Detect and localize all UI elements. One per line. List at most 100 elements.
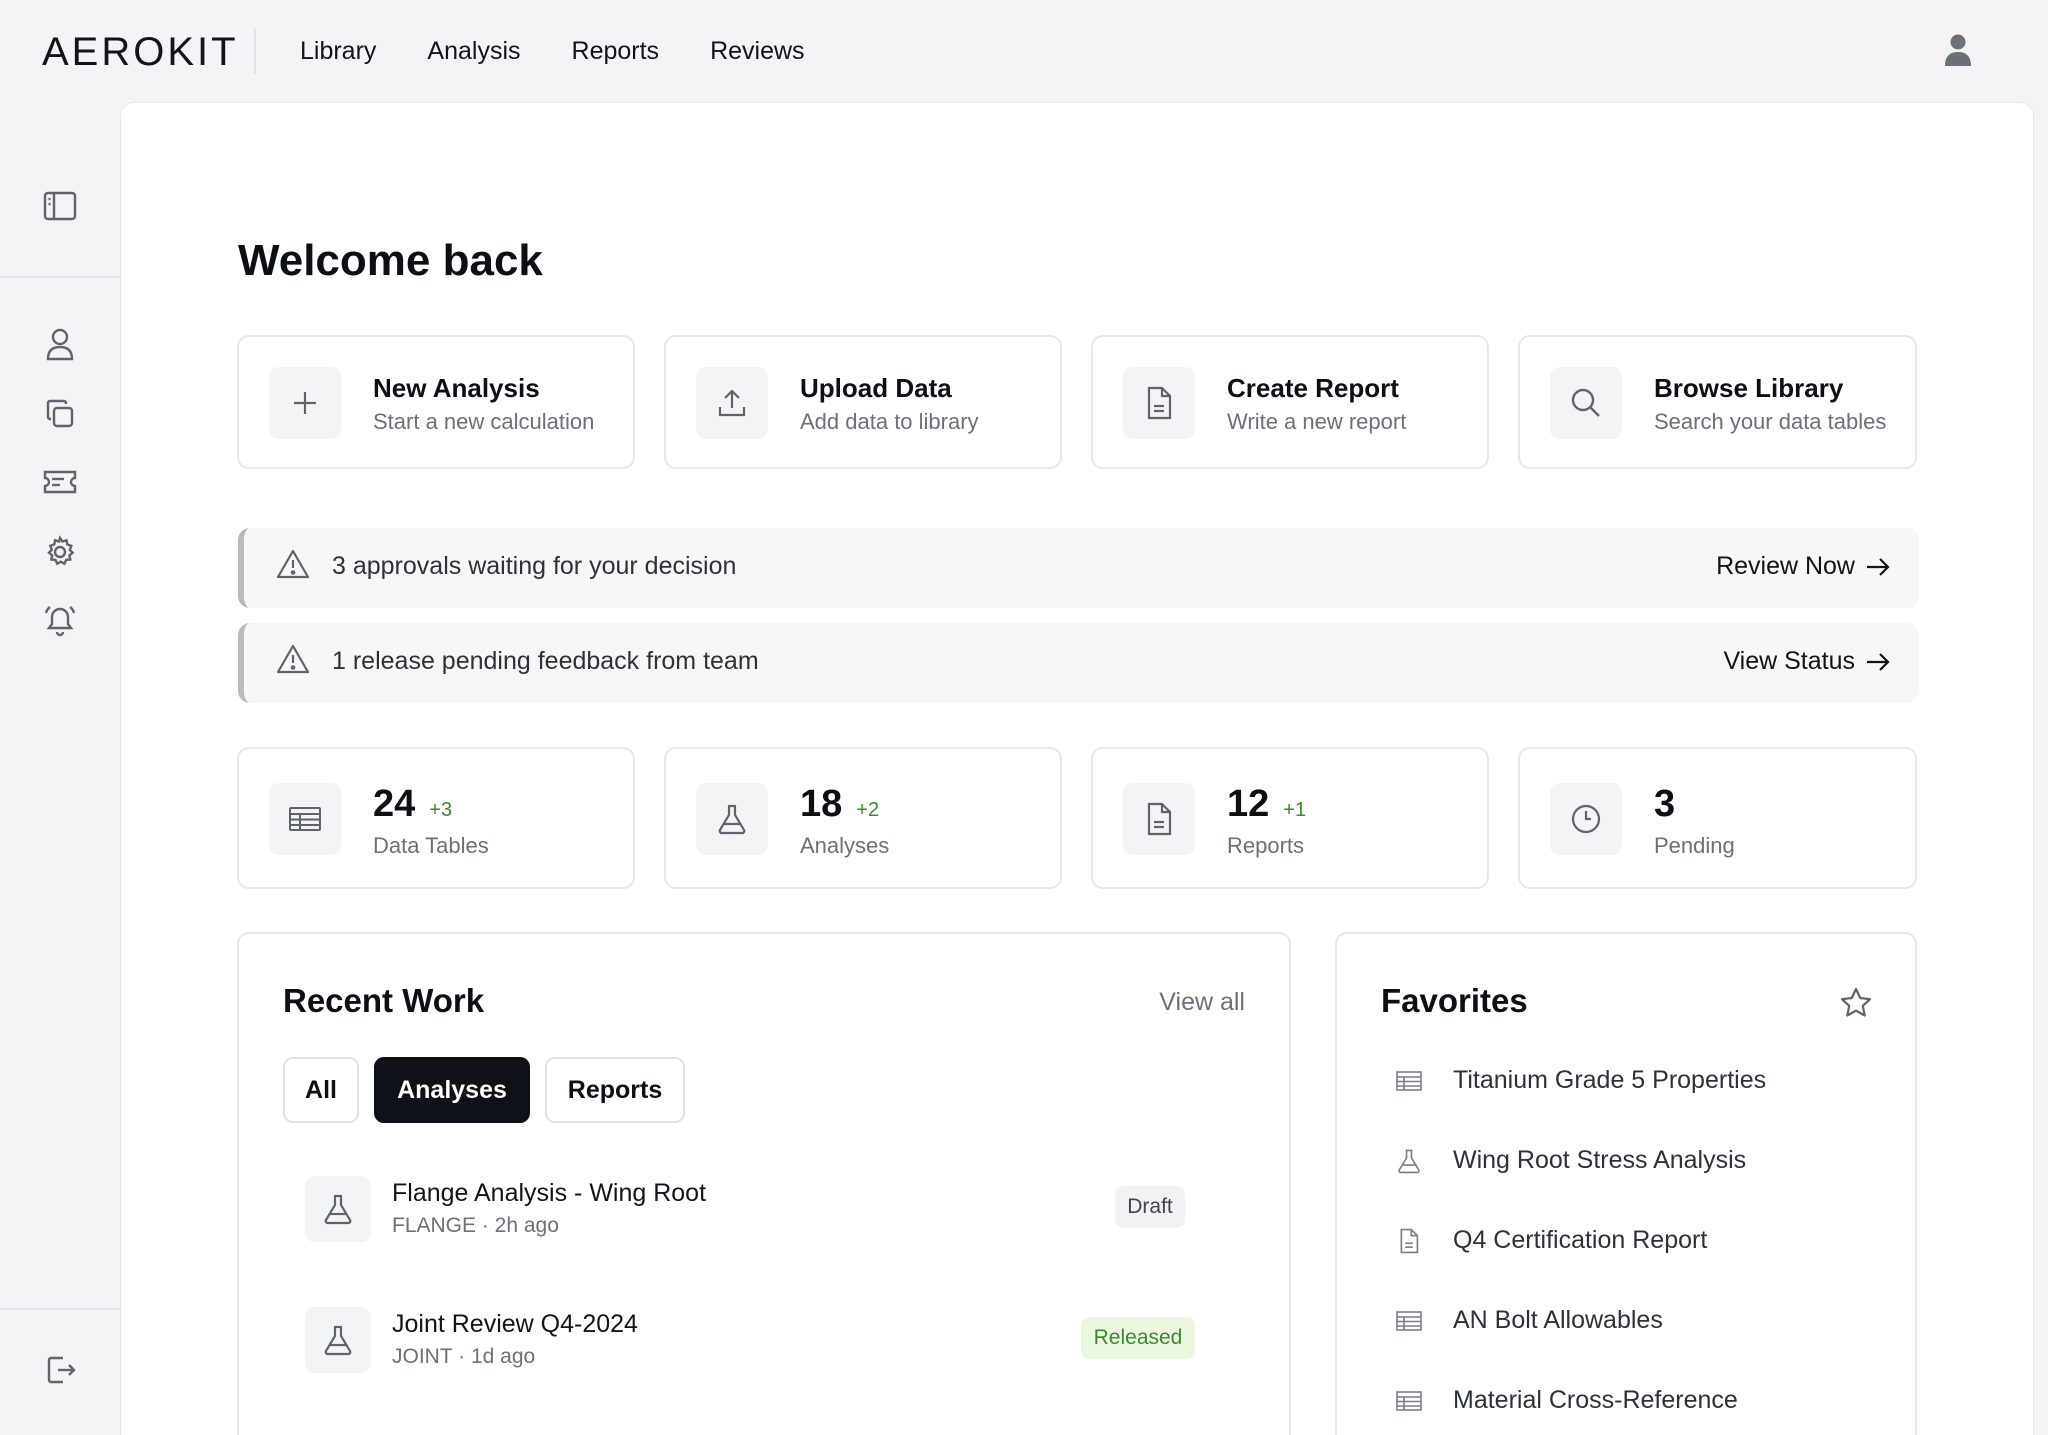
nav-reports[interactable]: Reports <box>572 34 660 68</box>
quick-action-subtitle: Write a new report <box>1227 409 1407 434</box>
document-icon <box>1400 1228 1419 1253</box>
logout-icon <box>47 1356 76 1384</box>
aerokit-logo[interactable]: AEROKIT <box>42 32 239 72</box>
sidebar-toggle-button[interactable] <box>40 186 80 226</box>
user-avatar-button[interactable] <box>1938 30 1978 70</box>
stat-card-reports[interactable]: 12 +1 Reports <box>1091 747 1489 889</box>
rail-divider <box>0 276 120 278</box>
filter-reports-tab[interactable]: Reports <box>545 1057 685 1123</box>
favorite-name: Wing Root Stress Analysis <box>1453 1146 1747 1174</box>
row-icon <box>305 1307 371 1373</box>
favorite-name: Material Cross-Reference <box>1453 1386 1738 1414</box>
nav-analysis[interactable]: Analysis <box>427 34 520 68</box>
stat-card-pending[interactable]: 3 Pending <box>1518 747 1917 889</box>
main-panel: Welcome back New Analysis Start a new ca… <box>120 102 2034 1435</box>
browse-library-card[interactable]: Browse Library Search your data tables <box>1518 335 1917 469</box>
user-icon <box>46 328 74 361</box>
row-name: Flange Analysis - Wing Root <box>392 1179 707 1207</box>
alert-text: 1 release pending feedback from team <box>332 647 759 675</box>
search-icon <box>1571 388 1600 417</box>
favorite-name: AN Bolt Allowables <box>1453 1306 1663 1334</box>
stat-delta: +3 <box>429 799 453 821</box>
quick-action-icon <box>269 367 341 439</box>
stat-card-data-tables[interactable]: 24 +3 Data Tables <box>237 747 635 889</box>
rail-settings-button[interactable] <box>40 532 80 572</box>
stat-icon <box>696 783 768 855</box>
quick-action-title: Create Report <box>1227 373 1399 403</box>
upload-data-card[interactable]: Upload Data Add data to library <box>664 335 1062 469</box>
table-icon <box>289 807 321 831</box>
stat-value: 12 +1 <box>1227 783 1307 825</box>
favorite-item[interactable]: Wing Root Stress Analysis <box>1395 1146 1746 1175</box>
table-icon <box>1396 1390 1422 1411</box>
alert-text: 3 approvals waiting for your decision <box>332 552 737 580</box>
row-meta: FLANGE · 2h ago <box>392 1214 559 1237</box>
create-report-card[interactable]: Create Report Write a new report <box>1091 335 1489 469</box>
quick-action-title: Browse Library <box>1654 373 1844 403</box>
alert-action-label: Review Now <box>1716 552 1855 580</box>
view-status-link[interactable]: View Status <box>1723 647 1891 676</box>
stat-delta: +1 <box>1283 799 1307 821</box>
user-avatar-icon <box>1945 34 1971 66</box>
nav-reviews[interactable]: Reviews <box>710 34 804 68</box>
flask-icon <box>324 1325 352 1356</box>
star-icon <box>1840 987 1872 1017</box>
gear-icon <box>47 535 75 566</box>
approvals-alert: 3 approvals waiting for your decision Re… <box>238 528 1919 608</box>
favorite-name: Q4 Certification Report <box>1453 1226 1708 1254</box>
stat-card-analyses[interactable]: 18 +2 Analyses <box>664 747 1062 889</box>
quick-action-icon <box>1550 367 1622 439</box>
main-nav: Library Analysis Reports Reviews <box>300 34 805 68</box>
favorite-item[interactable]: Q4 Certification Report <box>1395 1226 1707 1255</box>
quick-action-subtitle: Add data to library <box>800 409 979 434</box>
quick-action-title: Upload Data <box>800 373 952 403</box>
logo-divider <box>254 28 256 74</box>
stat-value: 3 <box>1654 783 1676 825</box>
favorites-panel: Favorites Titanium Grade 5 Properties Wi… <box>1335 932 1917 1435</box>
rail-notifications-button[interactable] <box>40 600 80 640</box>
stat-icon <box>269 783 341 855</box>
copy-icon <box>46 399 74 428</box>
status-badge: Draft <box>1115 1186 1185 1228</box>
new-analysis-card[interactable]: New Analysis Start a new calculation <box>237 335 635 469</box>
table-icon <box>1396 1070 1422 1091</box>
rail-profile-button[interactable] <box>40 324 80 364</box>
filter-all-tab[interactable]: All <box>283 1057 359 1123</box>
review-now-link[interactable]: Review Now <box>1716 552 1891 581</box>
flask-icon <box>718 804 746 835</box>
favorite-name: Titanium Grade 5 Properties <box>1453 1066 1767 1094</box>
row-meta: JOINT · 1d ago <box>392 1345 536 1368</box>
recent-work-title: Recent Work <box>283 982 485 1019</box>
bell-icon <box>44 606 76 637</box>
view-all-link[interactable]: View all <box>1159 988 1245 1017</box>
page-title: Welcome back <box>238 236 543 285</box>
quick-action-title: New Analysis <box>373 373 540 403</box>
clock-icon <box>1571 804 1601 834</box>
logo-text: AEROKIT <box>42 30 239 74</box>
favorite-item[interactable]: AN Bolt Allowables <box>1395 1306 1663 1335</box>
rail-copy-button[interactable] <box>40 394 80 434</box>
table-icon <box>1396 1310 1422 1331</box>
favorite-star-button[interactable] <box>1839 986 1873 1020</box>
stat-value: 24 +3 <box>373 783 453 825</box>
favorite-item[interactable]: Material Cross-Reference <box>1395 1386 1738 1415</box>
rail-tickets-button[interactable] <box>40 462 80 502</box>
favorite-item[interactable]: Titanium Grade 5 Properties <box>1395 1066 1766 1095</box>
logout-button[interactable] <box>40 1350 80 1390</box>
side-rail <box>0 102 120 1435</box>
stat-label: Pending <box>1654 833 1735 858</box>
nav-library[interactable]: Library <box>300 34 376 68</box>
quick-action-icon <box>1123 367 1195 439</box>
row-icon <box>305 1176 371 1242</box>
stat-value: 18 +2 <box>800 783 880 825</box>
plus-icon <box>294 392 316 414</box>
quick-action-subtitle: Search your data tables <box>1654 409 1887 434</box>
stat-label: Data Tables <box>373 833 489 858</box>
filter-analyses-tab[interactable]: Analyses <box>374 1057 530 1123</box>
stat-icon <box>1550 783 1622 855</box>
flask-icon <box>324 1194 352 1225</box>
release-alert: 1 release pending feedback from team Vie… <box>238 623 1919 703</box>
quick-action-icon <box>696 367 768 439</box>
warning-icon <box>276 644 310 674</box>
row-name: Joint Review Q4-2024 <box>392 1310 638 1338</box>
